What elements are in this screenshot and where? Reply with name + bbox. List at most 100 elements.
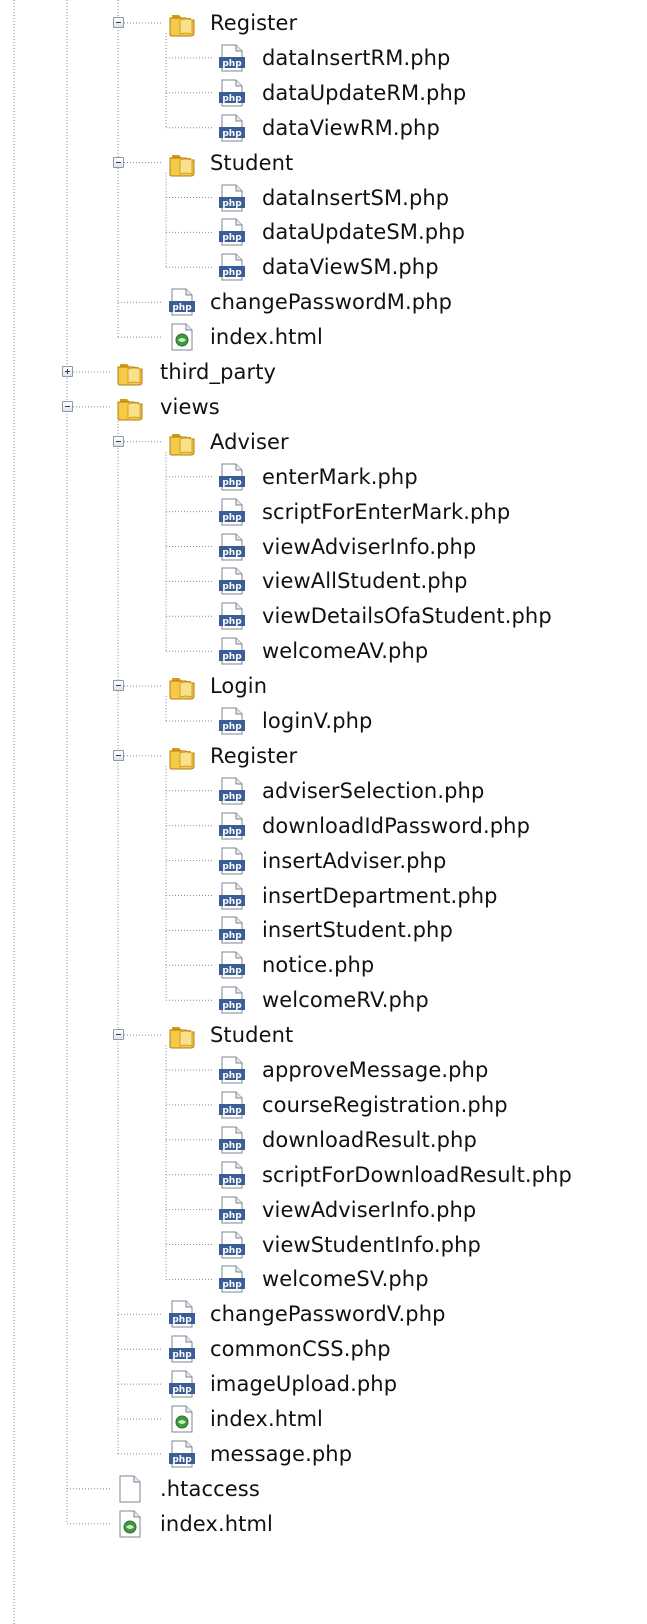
file-label: insertDepartment.php (262, 883, 498, 908)
folder-label: Login (210, 674, 268, 699)
php-badge-text: php (222, 1211, 242, 1221)
html-file-icon (119, 1510, 141, 1538)
file-label: changePasswordM.php (210, 290, 453, 315)
file-label: changePasswordV.php (210, 1302, 446, 1327)
collapse-toggle-icon[interactable] (113, 17, 124, 28)
folder-label: Adviser (210, 429, 289, 454)
tree-file-row[interactable]: php insertStudent.php (0, 915, 647, 945)
folder-icon (169, 1027, 195, 1049)
tree-file-row[interactable]: php welcomeAV.php (0, 636, 647, 666)
tree-file-row[interactable]: php changePasswordM.php (0, 287, 647, 317)
php-file-icon: php (219, 1265, 245, 1293)
file-label: welcomeAV.php (262, 639, 429, 664)
tree-folder-row[interactable]: Login (0, 671, 647, 701)
tree-file-row[interactable]: php welcomeSV.php (0, 1264, 647, 1294)
project-file-tree: Register php dataInsertRM.php php dataUpdate… (0, 0, 647, 1624)
tree-file-row[interactable]: .htaccess (0, 1474, 647, 1504)
file-label: imageUpload.php (210, 1372, 398, 1397)
tree-file-row[interactable]: php courseRegistration.php (0, 1090, 647, 1120)
tree-file-row[interactable]: php dataViewRM.php (0, 113, 647, 143)
php-badge-text: php (222, 1141, 242, 1151)
php-file-icon: php (219, 847, 245, 875)
php-badge-text: php (222, 897, 242, 907)
php-file-icon: php (219, 1091, 245, 1119)
tree-file-row[interactable]: php insertDepartment.php (0, 881, 647, 911)
tree-file-row[interactable]: php dataUpdateSM.php (0, 217, 647, 247)
tree-file-row[interactable]: php viewAdviserInfo.php (0, 1195, 647, 1225)
tree-file-row[interactable]: php downloadResult.php (0, 1125, 647, 1155)
php-file-icon: php (219, 218, 245, 246)
php-file-icon: php (219, 533, 245, 560)
tree-file-row[interactable]: php scriptForDownloadResult.php (0, 1160, 647, 1190)
file-label: index.html (210, 325, 323, 350)
tree-file-row[interactable]: php dataInsertSM.php (0, 183, 647, 213)
tree-file-row[interactable]: php dataInsertRM.php (0, 43, 647, 73)
tree-file-row[interactable]: php viewAllStudent.php (0, 566, 647, 596)
tree-file-row[interactable]: php insertAdviser.php (0, 846, 647, 876)
tree-file-row[interactable]: php imageUpload.php (0, 1369, 647, 1399)
tree-file-row[interactable]: php dataViewSM.php (0, 252, 647, 282)
file-label: adviserSelection.php (262, 778, 485, 803)
php-badge-text: php (222, 652, 242, 662)
php-badge-text: php (222, 59, 242, 69)
php-badge-text: php (222, 792, 242, 802)
expand-toggle-icon[interactable] (62, 366, 73, 377)
php-file-icon: php (219, 463, 245, 491)
file-label: dataViewRM.php (262, 115, 440, 140)
php-badge-text: php (222, 513, 242, 523)
folder-icon (169, 678, 195, 700)
tree-file-row[interactable]: php welcomeRV.php (0, 985, 647, 1015)
tree-file-row[interactable]: php loginV.php (0, 706, 647, 736)
tree-file-row[interactable]: index.html (0, 1509, 647, 1539)
tree-file-row[interactable]: php scriptForEnterMark.php (0, 497, 647, 527)
tree-folder-row[interactable]: Student (0, 1020, 647, 1050)
php-badge-text: php (222, 1176, 242, 1186)
collapse-toggle-icon[interactable] (62, 400, 73, 412)
tree-file-row[interactable]: index.html (0, 1404, 647, 1434)
tree-file-row[interactable]: php downloadIdPassword.php (0, 811, 647, 841)
file-label: viewDetailsOfaStudent.php (262, 604, 552, 629)
php-badge-text: php (222, 548, 242, 558)
folder-icon (169, 154, 195, 177)
tree-file-row[interactable]: php notice.php (0, 950, 647, 980)
tree-file-row[interactable]: php enterMark.php (0, 462, 647, 492)
php-file-icon: php (219, 882, 245, 909)
html-file-icon (171, 323, 193, 351)
file-label: courseRegistration.php (262, 1092, 508, 1117)
tree-folder-row[interactable]: views (0, 392, 647, 422)
tree-folder-row[interactable]: Register (0, 8, 647, 38)
php-badge-text: php (222, 478, 242, 488)
php-badge-text: php (222, 827, 242, 837)
php-badge-text: php (222, 233, 242, 243)
tree-folder-row[interactable]: Register (0, 741, 647, 771)
php-badge-text: php (222, 94, 242, 104)
tree-file-row[interactable]: php commonCSS.php (0, 1334, 647, 1364)
collapse-toggle-icon[interactable] (113, 435, 124, 447)
tree-file-row[interactable]: php changePasswordV.php (0, 1299, 647, 1329)
file-label: downloadIdPassword.php (262, 813, 531, 838)
file-label: approveMessage.php (262, 1058, 489, 1082)
file-label: viewAllStudent.php (262, 569, 468, 594)
php-badge-text: php (222, 582, 242, 592)
collapse-toggle-icon[interactable] (113, 1029, 124, 1041)
file-label: dataUpdateSM.php (262, 220, 466, 245)
tree-file-row[interactable]: php approveMessage.php (0, 1055, 647, 1085)
tree-file-row[interactable]: php dataUpdateRM.php (0, 78, 647, 108)
tree-file-row[interactable]: index.html (0, 322, 647, 352)
tree-file-row[interactable]: php adviserSelection.php (0, 776, 647, 806)
tree-folder-row[interactable]: third_party (0, 357, 647, 387)
folder-icon (169, 433, 195, 456)
tree-file-row[interactable]: php viewAdviserInfo.php (0, 532, 647, 562)
tree-folder-row[interactable]: Adviser (0, 427, 647, 457)
tree-folder-row[interactable]: Student (0, 148, 647, 178)
tree-file-row[interactable]: php viewStudentInfo.php (0, 1230, 647, 1260)
php-file-icon: php (219, 184, 245, 211)
collapse-toggle-icon[interactable] (113, 749, 124, 761)
folder-label: Student (210, 150, 294, 175)
collapse-toggle-icon[interactable] (113, 156, 124, 168)
collapse-toggle-icon[interactable] (113, 680, 124, 692)
tree-file-row[interactable]: php viewDetailsOfaStudent.php (0, 601, 647, 631)
php-badge-text: php (172, 1315, 192, 1325)
file-label: insertAdviser.php (262, 848, 447, 873)
tree-file-row[interactable]: php message.php (0, 1439, 647, 1469)
